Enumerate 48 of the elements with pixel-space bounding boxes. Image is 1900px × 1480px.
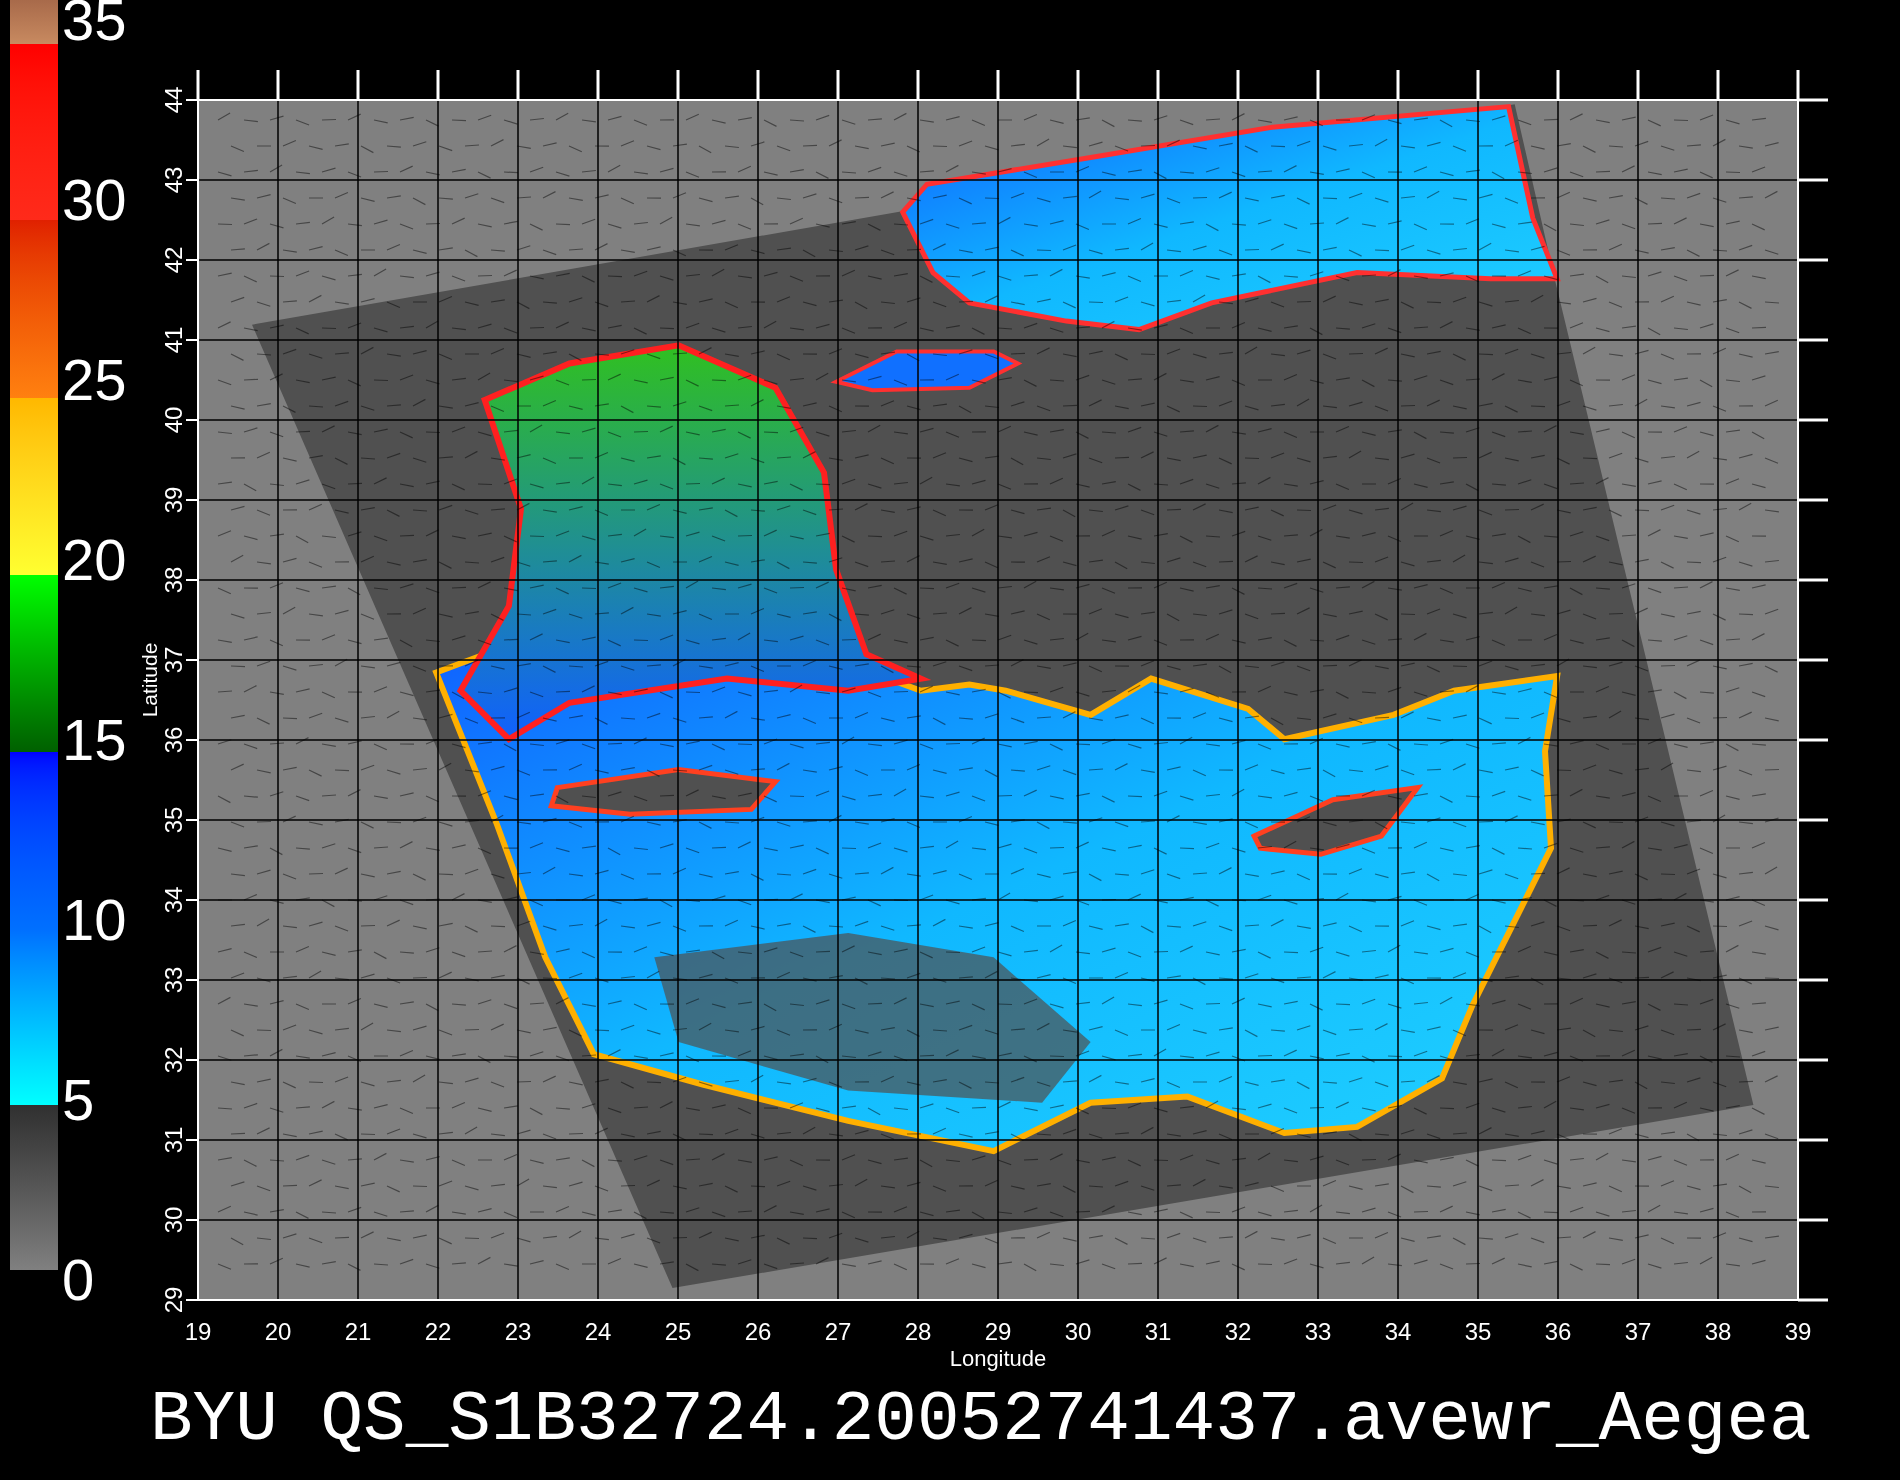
latitude-label: 34 bbox=[160, 886, 187, 914]
axis-title: Longitude bbox=[949, 1346, 1047, 1371]
axis-title: Latitude bbox=[140, 642, 161, 718]
latitude-label: 35 bbox=[160, 806, 187, 834]
longitude-label: 31 bbox=[1144, 1318, 1172, 1345]
longitude-label: 25 bbox=[664, 1318, 692, 1345]
scale-label: 10 bbox=[62, 891, 127, 949]
scale-label: 20 bbox=[62, 531, 127, 589]
latitude-label: 29 bbox=[160, 1286, 187, 1314]
latitude-label: 41 bbox=[160, 326, 187, 354]
longitude-label: 28 bbox=[904, 1318, 932, 1345]
longitude-label: 26 bbox=[744, 1318, 772, 1345]
plot-title: BYU QS_S1B32724.20052741437.avewr_Aegea bbox=[150, 1385, 1812, 1456]
longitude-label: 20 bbox=[264, 1318, 292, 1345]
latitude-label: 39 bbox=[160, 486, 187, 514]
latitude-label: 37 bbox=[160, 646, 187, 674]
latitude-label: 40 bbox=[160, 406, 187, 434]
longitude-label: 37 bbox=[1624, 1318, 1652, 1345]
scale-label: 5 bbox=[62, 1071, 95, 1129]
scale-label: 30 bbox=[62, 171, 127, 229]
latitude-label: 32 bbox=[160, 1046, 187, 1074]
latitude-label: 38 bbox=[160, 566, 187, 594]
latitude-label: 33 bbox=[160, 966, 187, 994]
longitude-label: 33 bbox=[1304, 1318, 1332, 1345]
latitude-label: 44 bbox=[160, 86, 187, 114]
scale-label: 35 bbox=[62, 0, 127, 49]
longitude-label: 22 bbox=[424, 1318, 452, 1345]
longitude-label: 29 bbox=[984, 1318, 1012, 1345]
scale-label: 0 bbox=[62, 1251, 95, 1309]
longitude-label: 39 bbox=[1784, 1318, 1812, 1345]
latitude-label: 42 bbox=[160, 246, 187, 274]
latitude-label: 43 bbox=[160, 166, 187, 194]
latitude-label: 36 bbox=[160, 726, 187, 754]
longitude-label: 27 bbox=[824, 1318, 852, 1345]
longitude-label: 36 bbox=[1544, 1318, 1572, 1345]
latitude-label: 30 bbox=[160, 1206, 187, 1234]
longitude-label: 23 bbox=[504, 1318, 532, 1345]
longitude-label: 21 bbox=[344, 1318, 372, 1345]
longitude-label: 32 bbox=[1224, 1318, 1252, 1345]
longitude-label: 30 bbox=[1064, 1318, 1092, 1345]
scale-label: 15 bbox=[62, 711, 127, 769]
longitude-label: 19 bbox=[184, 1318, 212, 1345]
longitude-label: 34 bbox=[1384, 1318, 1412, 1345]
longitude-label: 24 bbox=[584, 1318, 612, 1345]
longitude-label: 35 bbox=[1464, 1318, 1492, 1345]
latitude-label: 31 bbox=[160, 1126, 187, 1154]
scale-label: 25 bbox=[62, 351, 127, 409]
longitude-label: 38 bbox=[1704, 1318, 1732, 1345]
